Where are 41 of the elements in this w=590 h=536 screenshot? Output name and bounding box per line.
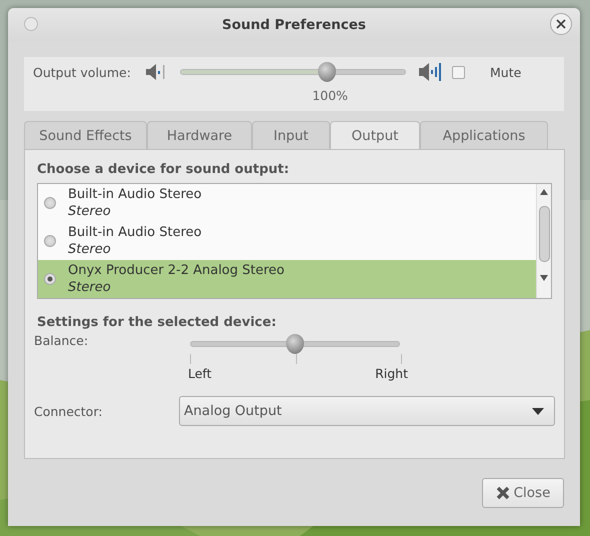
scroll-up-icon[interactable] [540, 189, 548, 195]
balance-slider[interactable] [190, 334, 400, 354]
volume-reading: 100% [312, 88, 348, 103]
tab[interactable]: Hardware [147, 121, 252, 149]
connector-dropdown[interactable]: Analog Output [179, 396, 555, 426]
left-label: Left [188, 366, 212, 381]
tab[interactable]: Applications [420, 121, 548, 149]
tab[interactable]: Output [330, 121, 420, 149]
scroll-down-icon[interactable] [540, 275, 548, 281]
section-heading: Choose a device for sound output: [37, 162, 290, 177]
device-name: Built-in Audio Stereo [68, 186, 202, 203]
device-row[interactable]: Onyx Producer 2-2 Analog Stereo Stereo [38, 260, 536, 298]
close-icon[interactable] [550, 13, 572, 35]
radio-button[interactable] [44, 273, 56, 285]
volume-slider[interactable] [180, 62, 406, 82]
window-button[interactable] [24, 17, 38, 31]
mute-checkbox[interactable] [452, 66, 465, 78]
mute-label: Mute [490, 64, 522, 80]
device-name: Onyx Producer 2-2 Analog Stereo [68, 262, 284, 279]
volume-label: Output volume: [33, 64, 132, 80]
radio-button[interactable] [44, 235, 56, 247]
device-name: Built-in Audio Stereo [68, 224, 202, 241]
connector-label: Connector: [34, 404, 104, 418]
device-row[interactable]: Built-in Audio Stereo Stereo [38, 184, 536, 222]
scrollbar[interactable] [536, 184, 551, 298]
window-title: Sound Preferences [222, 17, 366, 33]
balance-label: Balance: [34, 333, 90, 350]
tab[interactable]: Input [252, 121, 330, 149]
device-profile: Stereo [68, 241, 112, 258]
close-button[interactable]: Close [482, 478, 564, 508]
device-profile: Stereo [68, 279, 112, 296]
speaker-high-icon [418, 62, 442, 82]
device-row[interactable]: Built-in Audio Stereo Stereo [38, 222, 536, 260]
speaker-low-icon [145, 63, 167, 81]
tab[interactable]: Sound Effects [24, 121, 147, 149]
close-icon [496, 486, 510, 500]
right-label: Right [375, 366, 408, 381]
caret-icon [532, 408, 544, 414]
section-heading: Settings for the selected device: [37, 315, 278, 330]
radio-button[interactable] [44, 197, 56, 209]
device-profile: Stereo [68, 203, 112, 220]
